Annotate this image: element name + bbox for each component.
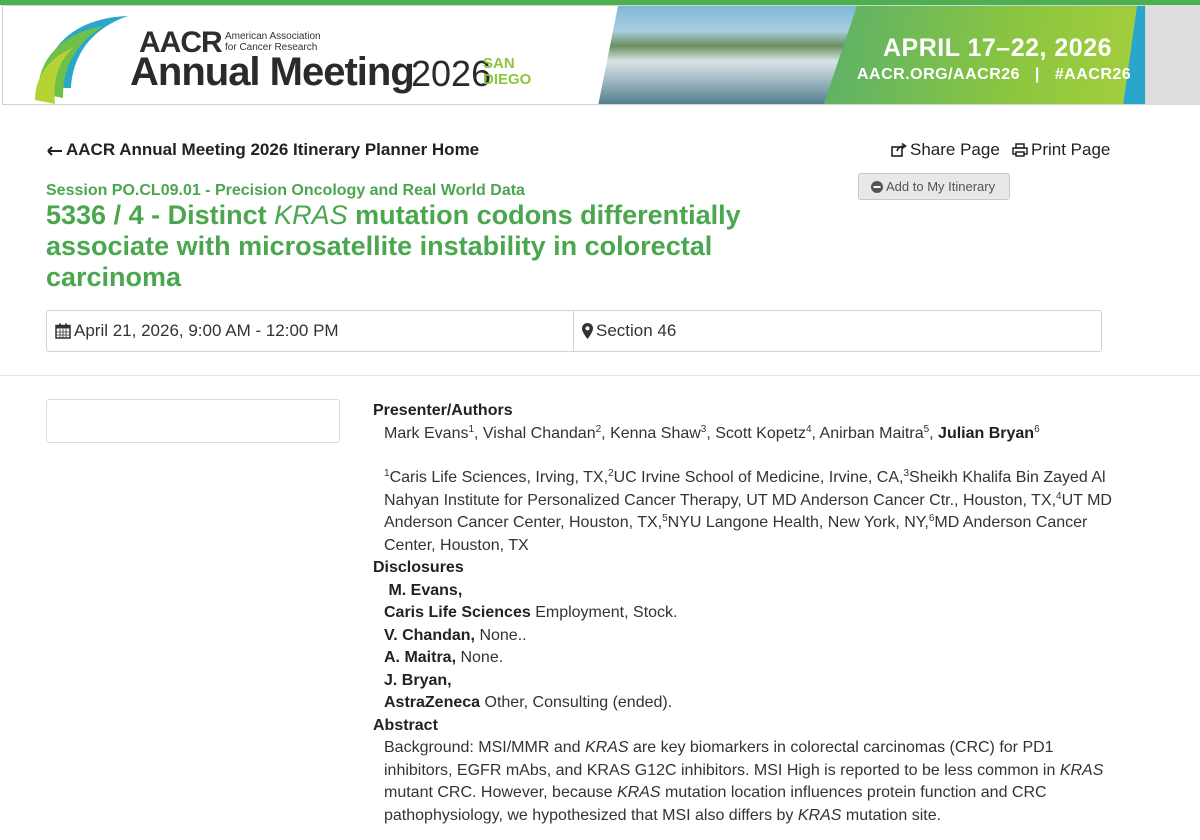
share-page-button[interactable]: Share Page — [891, 140, 1000, 160]
event-hashtag: #AACR26 — [1054, 66, 1132, 83]
event-city-line1: SAN — [483, 55, 515, 72]
add-to-itinerary-label: Add to My Itinerary — [886, 179, 996, 194]
event-dates: APRIL 17–22, 2026 — [883, 34, 1113, 62]
print-page-label: Print Page — [1031, 140, 1111, 159]
session-datetime: April 21, 2026, 9:00 AM - 12:00 PM — [47, 311, 574, 351]
print-page-button[interactable]: Print Page — [1012, 140, 1110, 160]
disclosures-heading: Disclosures — [373, 559, 464, 576]
arrow-left-icon — [47, 146, 62, 156]
author: Anirban Maitra5 — [819, 423, 930, 442]
map-marker-icon — [582, 323, 593, 339]
session-location-text: Section 46 — [596, 321, 677, 340]
author: Vishal Chandan2 — [482, 423, 602, 442]
sidebar-panel — [46, 399, 340, 443]
presenter-heading: Presenter/Authors — [373, 402, 513, 419]
itinerary-home-label: AACR Annual Meeting 2026 Itinerary Plann… — [66, 140, 480, 159]
event-url: AACR.ORG/AACR26 — [857, 66, 1021, 83]
session-info-box: April 21, 2026, 9:00 AM - 12:00 PM Secti… — [46, 310, 1102, 352]
aacr-logo-swoosh-icon — [35, 16, 128, 104]
minus-circle-icon — [871, 181, 883, 193]
title-prefix: 5336 / 4 - Distinct — [46, 200, 275, 230]
affiliation: NYU Langone Health, New York, NY, — [667, 514, 929, 531]
author: Scott Kopetz4 — [715, 423, 812, 442]
disclosure-list: M. Evans, Caris Life Sciences Employment… — [373, 580, 1113, 715]
affiliation: UC Irvine School of Medicine, Irvine, CA… — [613, 469, 904, 486]
session-datetime-text: April 21, 2026, 9:00 AM - 12:00 PM — [74, 321, 339, 340]
affiliation: Caris Life Sciences, Irving, TX, — [389, 469, 609, 486]
author-list: Mark Evans1, Vishal Chandan2, Kenna Shaw… — [384, 423, 1040, 442]
author-presenter: Julian Bryan6 — [938, 423, 1040, 442]
author: Kenna Shaw3 — [610, 423, 707, 442]
share-icon — [891, 143, 907, 157]
disclosure-item: A. Maitra, None. — [384, 649, 504, 666]
aacr-full-name-line1: American Association — [225, 31, 321, 42]
disclosure-name: J. Bryan, — [384, 671, 452, 689]
itinerary-home-link[interactable]: AACR Annual Meeting 2026 Itinerary Plann… — [47, 140, 479, 160]
disclosure-detail: AstraZeneca Other, Consulting (ended). — [384, 694, 673, 711]
add-to-itinerary-button[interactable]: Add to My Itinerary — [858, 173, 1010, 200]
share-page-label: Share Page — [910, 140, 1000, 159]
event-city-line2: DIEGO — [483, 71, 532, 88]
calendar-icon — [55, 323, 71, 339]
event-url-separator: | — [1034, 66, 1040, 83]
title-gene: KRAS — [274, 200, 348, 230]
banner-side-filler — [1146, 5, 1200, 105]
printer-icon — [1012, 143, 1028, 157]
session-label: Session PO.CL09.01 - Precision Oncology … — [46, 182, 525, 199]
abstract-content: Presenter/Authors Mark Evans1, Vishal Ch… — [373, 400, 1113, 827]
author: Mark Evans1 — [384, 423, 475, 442]
abstract-heading: Abstract — [373, 716, 438, 734]
session-location: Section 46 — [574, 311, 676, 351]
disclosure-item: V. Chandan, None.. — [384, 626, 527, 644]
disclosure-detail: Caris Life Sciences Employment, Stock. — [384, 604, 678, 621]
abstract-title: 5336 / 4 - Distinct KRAS mutation codons… — [46, 200, 806, 293]
event-url-line: AACR.ORG/AACR26 | #AACR26 — [857, 66, 1131, 84]
disclosure-name: M. Evans, — [388, 581, 463, 599]
event-name: Annual Meeting — [130, 50, 415, 94]
event-city: SAN DIEGO — [483, 56, 531, 88]
affiliation-list: 1Caris Life Sciences, Irving, TX,2UC Irv… — [384, 468, 1112, 554]
marina-photo — [598, 6, 858, 104]
section-divider — [0, 375, 1200, 376]
meeting-banner[interactable]: AACR American Association for Cancer Res… — [2, 5, 1146, 105]
event-year: 2026 — [411, 53, 492, 94]
abstract-body: Background: MSI/MMR and KRAS are key bio… — [384, 739, 1104, 824]
